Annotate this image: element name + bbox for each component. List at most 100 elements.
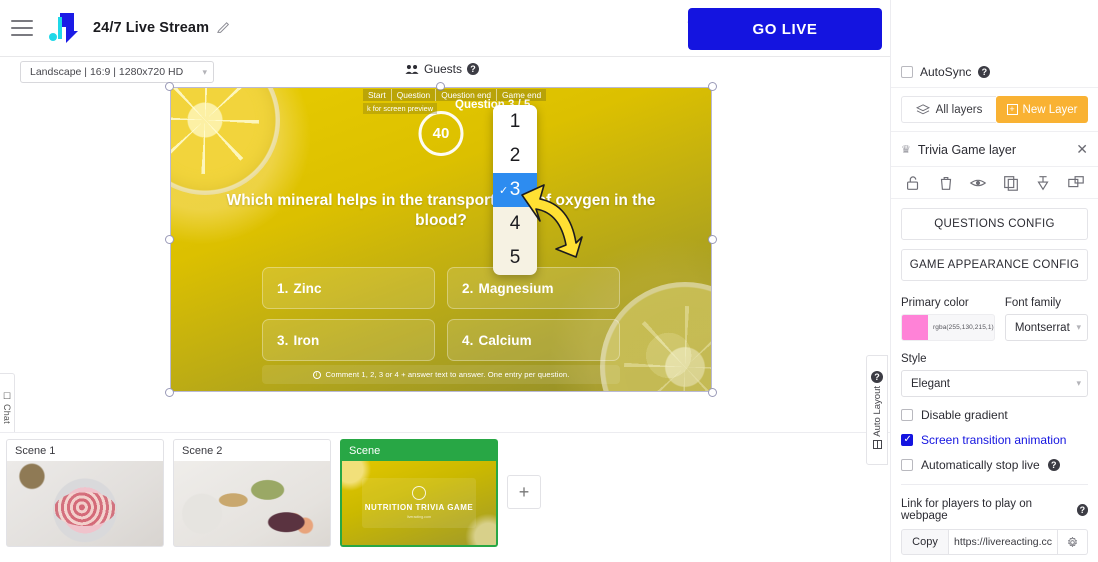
resize-handle[interactable]	[165, 234, 174, 244]
screen-preview-note: k for screen preview	[363, 103, 438, 114]
question-mark-icon[interactable]: ?	[871, 371, 883, 384]
resize-handle[interactable]	[708, 234, 717, 244]
autosync-label: AutoSync	[920, 65, 972, 79]
top-bar: 24/7 Live Stream 1290 credits Upgrade GO…	[0, 0, 890, 57]
canvas-toolbar: Landscape | 16:9 | 1280x720 HD ▾ Guests …	[0, 57, 890, 87]
layer-name: Trivia Game layer	[917, 142, 1017, 157]
add-scene-button[interactable]: +	[507, 475, 541, 509]
divider	[901, 484, 1088, 485]
chevron-down-icon: ▾	[202, 66, 207, 77]
style-label: Style	[901, 353, 927, 365]
answer-number: 2.	[462, 280, 474, 296]
screen-tab-question[interactable]: Question	[391, 89, 437, 101]
copy-icon[interactable]	[1002, 174, 1020, 192]
answer-option[interactable]: 3. Iron	[262, 319, 435, 361]
scene-thumb-title: NUTRITION TRIVIA GAME	[364, 503, 474, 513]
player-link-input[interactable]: https://livereacting.cc	[949, 529, 1058, 555]
questions-config-button[interactable]: QUESTIONS CONFIG	[901, 208, 1088, 240]
logo-bolt-icon	[58, 13, 78, 43]
style-select[interactable]: Elegant ▾	[901, 370, 1088, 397]
player-link-label-row: Link for players to play on webpage ?	[901, 498, 1088, 522]
logo-circle-icon	[411, 486, 426, 501]
screen-transition-row[interactable]: Screen transition animation	[901, 433, 1088, 447]
dropdown-option-1[interactable]: 1	[493, 105, 537, 139]
answer-label: Magnesium	[478, 280, 554, 296]
hamburger-icon[interactable]	[11, 20, 33, 36]
duplicate-screen-icon[interactable]	[1067, 174, 1085, 192]
answer-option[interactable]: 4. Calcium	[447, 319, 620, 361]
answer-option[interactable]: 1. Zinc	[262, 267, 435, 309]
screen-tab-start[interactable]: Start	[363, 89, 392, 101]
disable-gradient-checkbox[interactable]	[901, 409, 913, 421]
answer-number: 1.	[277, 280, 289, 296]
scene-label[interactable]: Scene 2	[173, 439, 331, 461]
question-mark-icon[interactable]: ?	[978, 66, 991, 78]
chevron-down-icon: ▾	[1076, 322, 1081, 332]
close-icon[interactable]: ✕	[1076, 141, 1088, 158]
scene-label[interactable]: Scene 1	[6, 439, 164, 461]
all-layers-button[interactable]: All layers	[901, 96, 996, 123]
pin-icon[interactable]	[1034, 174, 1052, 192]
question-text: Which mineral helps in the transportatio…	[226, 192, 656, 230]
auto-stop-live-row[interactable]: Automatically stop live ?	[901, 458, 1088, 472]
scene-thumbnail[interactable]	[6, 461, 164, 547]
scene-thumb-subtitle: liveracting.com	[407, 515, 431, 520]
answer-hint-bar: i Comment 1, 2, 3 or 4 + answer text to …	[262, 365, 620, 384]
timer-badge: 40	[418, 111, 464, 156]
resize-handle[interactable]	[708, 82, 717, 91]
auto-layout-tab[interactable]: ? Auto Layout	[866, 355, 888, 465]
link-settings-button[interactable]	[1058, 529, 1088, 555]
chat-bubble-icon: ☐	[2, 390, 12, 401]
all-layers-label: All layers	[935, 103, 983, 116]
scenes-bar: Scene 1 Scene 2 Scene NUTRITION TRIVIA G…	[0, 432, 890, 562]
aspect-ratio-select[interactable]: Landscape | 16:9 | 1280x720 HD ▾	[20, 61, 214, 83]
dropdown-option-2[interactable]: 2	[493, 139, 537, 173]
scene-label[interactable]: Scene	[340, 439, 498, 461]
plus-square-icon: +	[1006, 104, 1018, 115]
answer-number: 3.	[277, 332, 289, 348]
pencil-icon[interactable]	[217, 21, 231, 35]
canvas-stage: ☐ Chat 40 Which mineral helps in the tra…	[0, 82, 890, 511]
go-live-button[interactable]: GO LIVE	[688, 8, 882, 50]
primary-color-picker[interactable]: rgba(255,130,215,1)	[901, 314, 995, 341]
disable-gradient-label: Disable gradient	[921, 408, 1008, 422]
question-mark-icon[interactable]: ?	[1076, 504, 1088, 516]
resize-handle[interactable]	[165, 82, 174, 91]
answer-label: Zinc	[293, 280, 322, 296]
layer-header: ♛ Trivia Game layer ✕	[891, 132, 1098, 167]
chat-tab[interactable]: ☐ Chat	[0, 373, 15, 441]
guests-button[interactable]: Guests ?	[405, 62, 480, 76]
question-mark-icon[interactable]: ?	[467, 63, 480, 75]
auto-stop-live-checkbox[interactable]	[901, 459, 913, 471]
disable-gradient-row[interactable]: Disable gradient	[901, 408, 1088, 422]
scene-card[interactable]: Scene 1	[6, 439, 164, 547]
autosync-row[interactable]: AutoSync ?	[901, 65, 1088, 79]
new-layer-button[interactable]: + New Layer	[996, 96, 1088, 123]
scene-card-active[interactable]: Scene NUTRITION TRIVIA GAME liveracting.…	[340, 439, 498, 547]
scene-canvas-selection[interactable]: 40 Which mineral helps in the transporta…	[165, 82, 717, 397]
screen-transition-label: Screen transition animation	[921, 433, 1067, 447]
copy-link-button[interactable]: Copy	[901, 529, 949, 555]
auto-layout-label: Auto Layout	[871, 386, 883, 437]
resize-handle[interactable]	[708, 388, 717, 397]
screen-transition-checkbox[interactable]	[901, 434, 913, 446]
font-family-select[interactable]: Montserrat ▾	[1004, 314, 1088, 341]
trash-icon[interactable]	[937, 174, 955, 192]
auto-stop-live-label: Automatically stop live	[921, 458, 1040, 472]
game-appearance-config-button[interactable]: GAME APPEARANCE CONFIG	[901, 249, 1088, 281]
lemon-slice-decoration	[170, 87, 280, 195]
autosync-checkbox[interactable]	[901, 66, 913, 78]
scene-canvas[interactable]: 40 Which mineral helps in the transporta…	[170, 87, 712, 392]
unlock-icon[interactable]	[904, 174, 922, 192]
resize-handle[interactable]	[165, 388, 174, 397]
new-layer-label: New Layer	[1022, 103, 1078, 116]
scene-thumbnail[interactable]	[173, 461, 331, 547]
app-root: 24/7 Live Stream 1290 credits Upgrade GO…	[0, 0, 1098, 562]
question-mark-icon[interactable]: ?	[1047, 459, 1060, 471]
layer-tools-row	[891, 167, 1098, 199]
chevron-down-icon: ▾	[1076, 378, 1081, 388]
scene-thumbnail[interactable]: NUTRITION TRIVIA GAME liveracting.com	[340, 461, 498, 547]
player-link-row: Copy https://livereacting.cc	[901, 529, 1088, 555]
scene-card[interactable]: Scene 2	[173, 439, 331, 547]
eye-icon[interactable]	[969, 174, 987, 192]
